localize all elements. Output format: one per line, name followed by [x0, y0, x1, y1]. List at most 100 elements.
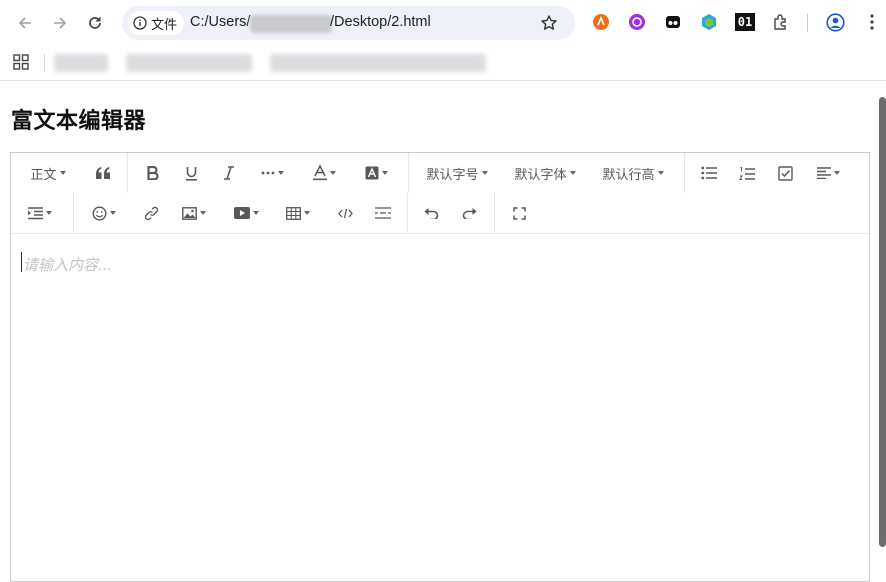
fullscreen-button[interactable] — [505, 197, 533, 229]
font-size-label: 默认字号 — [426, 167, 479, 183]
extensions-menu-button[interactable] — [771, 12, 791, 32]
forward-button[interactable] — [47, 10, 73, 36]
apps-button[interactable] — [13, 54, 31, 72]
font-family-select[interactable]: 默认字体 — [509, 157, 581, 189]
insert-image-button[interactable] — [177, 197, 211, 229]
toolbar-divider — [73, 193, 74, 233]
fullscreen-icon — [512, 206, 526, 220]
redo-icon — [462, 208, 476, 219]
bulleted-list-button[interactable] — [695, 157, 723, 189]
site-chip-label: 文件 — [151, 17, 178, 33]
bookmarks-bar — [0, 46, 886, 80]
text-cursor — [21, 252, 22, 272]
image-icon — [182, 206, 197, 220]
bold-icon — [147, 166, 159, 180]
insert-link-button[interactable] — [137, 197, 165, 229]
bookmark-item-redacted[interactable] — [126, 54, 252, 72]
account-icon — [825, 12, 845, 32]
header-select-label: 正文 — [30, 167, 57, 183]
underline-button[interactable] — [177, 157, 205, 189]
bookmark-star-button[interactable] — [540, 14, 560, 34]
extension-1-button[interactable] — [591, 12, 611, 32]
italic-icon — [224, 166, 234, 180]
text-align-button[interactable] — [811, 157, 845, 189]
star-icon — [541, 15, 557, 30]
checkbox-icon — [777, 165, 793, 181]
line-height-select[interactable]: 默认行高 — [597, 157, 669, 189]
puzzle-icon — [774, 14, 786, 30]
site-info-chip[interactable]: 文件 — [128, 11, 185, 35]
font-color-icon — [312, 165, 327, 181]
extension-3-button[interactable] — [663, 12, 683, 32]
reload-button[interactable] — [82, 10, 108, 36]
bookmarks-separator — [44, 54, 45, 72]
undo-button[interactable] — [417, 197, 445, 229]
browser-menu-button[interactable] — [862, 12, 882, 32]
arrow-right-icon — [54, 17, 67, 29]
arrow-left-icon — [18, 17, 31, 29]
divider-line-button[interactable] — [369, 197, 397, 229]
extension-5-button[interactable]: 01 — [734, 12, 756, 32]
background-color-button[interactable] — [359, 157, 393, 189]
horizontal-rule-icon — [375, 207, 391, 219]
code-block-button[interactable] — [331, 197, 359, 229]
toolbar-divider — [407, 193, 408, 233]
apps-grid-icon — [13, 54, 29, 70]
indent-icon — [28, 206, 43, 219]
line-height-label: 默认行高 — [602, 167, 655, 183]
redo-button[interactable] — [455, 197, 483, 229]
insert-table-button[interactable] — [281, 197, 315, 229]
code-icon — [337, 208, 353, 218]
editor-toolbar: 正文 默认字号 默认字体 默认行高 — [11, 153, 869, 234]
quote-icon — [96, 167, 110, 179]
numbered-list-button[interactable] — [733, 157, 761, 189]
cube-extension-icon — [702, 14, 716, 30]
url-text-suffix: /Desktop/2.html — [330, 14, 431, 30]
bold-button[interactable] — [139, 157, 167, 189]
rich-text-editor: 正文 默认字号 默认字体 默认行高 请输入内容... — [10, 152, 870, 582]
emoji-button[interactable] — [87, 197, 121, 229]
insert-video-button[interactable] — [229, 197, 263, 229]
link-icon — [144, 206, 158, 220]
info-icon — [133, 16, 147, 30]
bookmark-item-redacted[interactable] — [270, 54, 486, 72]
highlight-color-icon — [365, 166, 378, 180]
toolbar-divider — [127, 153, 128, 193]
url-redacted — [250, 15, 332, 33]
reload-icon — [89, 17, 101, 29]
page-scrollbar[interactable] — [879, 97, 886, 547]
italic-button[interactable] — [215, 157, 243, 189]
extension-4-button[interactable] — [699, 12, 719, 32]
orange-extension-icon — [593, 14, 609, 30]
font-size-select[interactable]: 默认字号 — [421, 157, 493, 189]
extension-2-button[interactable] — [627, 12, 647, 32]
more-vertical-icon — [870, 14, 874, 30]
more-styles-button[interactable] — [255, 157, 289, 189]
toolbar-separator — [807, 14, 808, 32]
binary-extension-icon: 01 — [735, 13, 755, 31]
font-color-button[interactable] — [307, 157, 341, 189]
ellipsis-icon — [261, 171, 274, 175]
numbered-list-icon — [739, 166, 755, 180]
toolbar-divider — [684, 153, 685, 193]
address-bar[interactable]: 文件 C:/Users/ /Desktop/2.html — [122, 6, 575, 40]
todo-list-button[interactable] — [771, 157, 799, 189]
editor-content-area[interactable]: 请输入内容... — [11, 234, 869, 581]
smiley-icon — [92, 205, 107, 221]
blockquote-button[interactable] — [89, 157, 117, 189]
underline-icon — [185, 166, 197, 181]
bookmark-item-redacted[interactable] — [54, 54, 108, 72]
table-icon — [286, 206, 301, 220]
page-viewport: 富文本编辑器 正文 默认字号 默认字体 默认行高 请输入内容... — [0, 81, 886, 582]
dark-extension-icon — [666, 16, 680, 28]
toolbar-divider — [408, 153, 409, 193]
undo-icon — [424, 208, 438, 219]
profile-button[interactable] — [825, 12, 845, 32]
video-play-icon — [233, 207, 250, 219]
back-button[interactable] — [12, 10, 38, 36]
indent-button[interactable] — [23, 197, 57, 229]
url-text: C:/Users/ — [190, 14, 251, 30]
bulleted-list-icon — [701, 166, 717, 180]
page-title: 富文本编辑器 — [11, 109, 147, 134]
header-select[interactable]: 正文 — [25, 157, 71, 189]
